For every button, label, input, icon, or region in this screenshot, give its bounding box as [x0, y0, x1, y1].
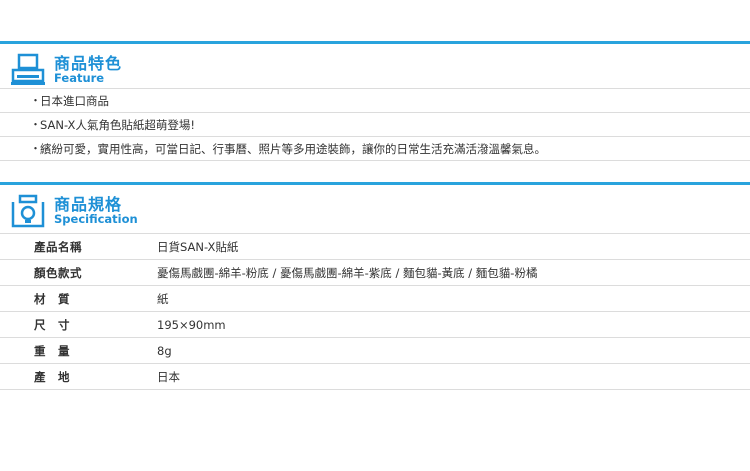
printer-icon	[11, 53, 45, 85]
feature-text: SAN-X人氣角色貼紙超萌登場!	[40, 118, 196, 132]
bullet: ・	[30, 94, 41, 107]
bullet: ・	[30, 142, 41, 155]
table-row: 材 質 紙	[0, 286, 750, 312]
bullet: ・	[30, 118, 41, 131]
camera-icon	[11, 194, 45, 228]
list-item: ・ 日本進口商品	[0, 89, 750, 113]
table-row: 產品名稱 日貨SAN-X貼紙	[0, 234, 750, 260]
spec-value: 紙	[157, 292, 169, 306]
table-row: 顏色款式 憂傷馬戲團-綿羊-粉底 / 憂傷馬戲團-綿羊-紫底 / 麵包貓-黃底 …	[0, 260, 750, 286]
specification-section-header: 商品規格 Specification	[0, 182, 750, 232]
spec-label: 產 地	[34, 370, 70, 384]
specification-subtitle: Specification	[54, 212, 138, 226]
feature-subtitle: Feature	[54, 71, 105, 85]
spec-value: 195×90mm	[157, 318, 226, 332]
feature-text: 日本進口商品	[40, 94, 109, 108]
product-info-page: 商品特色 Feature ・ 日本進口商品 ・ SAN-X人氣角色貼紙超萌登場!…	[0, 0, 750, 471]
spec-value: 憂傷馬戲團-綿羊-粉底 / 憂傷馬戲團-綿羊-紫底 / 麵包貓-黃底 / 麵包貓…	[157, 266, 538, 280]
spec-value: 日貨SAN-X貼紙	[157, 240, 239, 254]
spec-label: 尺 寸	[34, 318, 70, 332]
spec-label: 材 質	[34, 292, 70, 306]
spec-label: 顏色款式	[34, 266, 82, 280]
specification-table: 產品名稱 日貨SAN-X貼紙 顏色款式 憂傷馬戲團-綿羊-粉底 / 憂傷馬戲團-…	[0, 234, 750, 390]
list-item: ・ 繽紛可愛，實用性高，可當日記、行事曆、照片等多用途裝飾，讓你的日常生活充滿活…	[0, 137, 750, 161]
feature-text: 繽紛可愛，實用性高，可當日記、行事曆、照片等多用途裝飾，讓你的日常生活充滿活潑溫…	[40, 142, 546, 156]
feature-list: ・ 日本進口商品 ・ SAN-X人氣角色貼紙超萌登場! ・ 繽紛可愛，實用性高，…	[0, 89, 750, 161]
spec-label: 產品名稱	[34, 240, 82, 254]
table-row: 產 地 日本	[0, 364, 750, 390]
spec-value: 日本	[157, 370, 180, 384]
spec-value: 8g	[157, 344, 172, 358]
spec-label: 重 量	[34, 344, 70, 358]
table-row: 尺 寸 195×90mm	[0, 312, 750, 338]
feature-section-header: 商品特色 Feature	[0, 41, 750, 91]
table-row: 重 量 8g	[0, 338, 750, 364]
list-item: ・ SAN-X人氣角色貼紙超萌登場!	[0, 113, 750, 137]
